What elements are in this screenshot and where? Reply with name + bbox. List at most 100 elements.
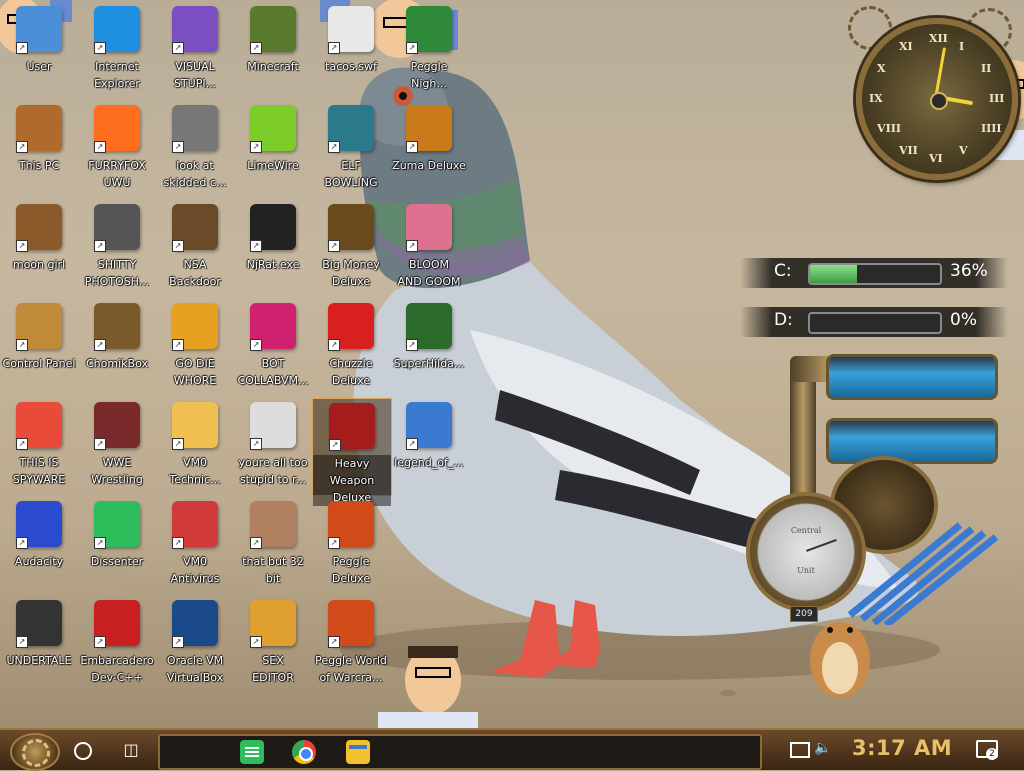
desktop-icon[interactable]: ↗ Audacity: [0, 497, 78, 593]
desktop-icon-label: look at skidded c...: [163, 159, 227, 189]
desktop-icon-label: Control Panel: [2, 357, 76, 370]
system-tray: 🔈 3:17 AM 2: [770, 734, 1020, 766]
desktop-icon[interactable]: ↗ WWE Wrestling: [78, 398, 156, 494]
network-icon[interactable]: [790, 742, 810, 758]
desktop-icon[interactable]: ↗ This PC: [0, 101, 78, 197]
shortcut-arrow-icon: ↗: [94, 141, 106, 153]
shortcut-arrow-icon: ↗: [250, 42, 262, 54]
desktop-icon-label: moon girl: [12, 258, 66, 271]
desktop-icon[interactable]: ↗ Peggle Deluxe: [312, 497, 390, 593]
desktop-icon[interactable]: ↗ VISUAL STUPI...: [156, 2, 234, 98]
search-button[interactable]: [70, 737, 96, 763]
shortcut-arrow-icon: ↗: [328, 42, 340, 54]
desktop-icon[interactable]: ↗ ELF BOWLING: [312, 101, 390, 197]
taskbar-app-dissenter[interactable]: [240, 740, 264, 764]
taskbar-apps: [158, 734, 762, 770]
shortcut-arrow-icon: ↗: [94, 636, 106, 648]
taskbar-app-chrome[interactable]: [292, 740, 316, 764]
desktop-icon[interactable]: ↗ Control Panel: [0, 299, 78, 395]
desktop-icon[interactable]: ↗ GO DIE WHORE: [156, 299, 234, 395]
shortcut-arrow-icon: ↗: [250, 636, 262, 648]
clock-time[interactable]: 3:17 AM: [852, 736, 962, 760]
desktop-icon-label: BOT COLLABVM...: [237, 357, 309, 387]
desktop-icon[interactable]: ↗ Peggle World of Warcra...: [312, 596, 390, 692]
desktop-icon-label: Zuma Deluxe: [392, 159, 466, 172]
desktop-icon[interactable]: ↗ Big Money Deluxe: [312, 200, 390, 296]
desktop-icon-label: VM0 Antivirus: [170, 555, 220, 585]
shortcut-arrow-icon: ↗: [328, 537, 340, 549]
desktop-icon[interactable]: ↗ tacos.swf: [312, 2, 390, 98]
desktop-icon[interactable]: ↗ NSA Backdoor: [156, 200, 234, 296]
shortcut-arrow-icon: ↗: [250, 537, 262, 549]
desktop-icon[interactable]: ↗ Internet Explorer: [78, 2, 156, 98]
desktop-icon[interactable]: ↗ Peggle Nigh...: [390, 2, 468, 98]
shortcut-arrow-icon: ↗: [94, 438, 106, 450]
desktop-icon[interactable]: ↗ Dissenter: [78, 497, 156, 593]
notification-center-icon[interactable]: 2: [976, 740, 998, 760]
desktop-icon[interactable]: ↗ THIS IS SPYWARE: [0, 398, 78, 494]
desktop-icon[interactable]: ↗ SuperHilda...: [390, 299, 468, 395]
shortcut-arrow-icon: ↗: [94, 42, 106, 54]
shortcut-arrow-icon: ↗: [172, 537, 184, 549]
desktop-icon[interactable]: ↗ SEX EDITOR: [234, 596, 312, 692]
desktop-icon-label: NSA Backdoor: [169, 258, 221, 288]
desktop-icon[interactable]: ↗ VM0 Technic...: [156, 398, 234, 494]
desktop-icon[interactable]: ↗ that but 32 bit: [234, 497, 312, 593]
desktop-icon-label: Embarcadero Dev-C++: [80, 654, 154, 684]
desktop-icon[interactable]: ↗ BOT COLLABVM...: [234, 299, 312, 395]
task-view-button[interactable]: ◫: [118, 737, 144, 763]
clock-center: [930, 92, 948, 110]
volume-muted-icon[interactable]: 🔈: [814, 740, 831, 756]
desktop-icon-label: that but 32 bit: [242, 555, 304, 585]
desktop-icon[interactable]: ↗ Embarcadero Dev-C++: [78, 596, 156, 692]
taskbar-app-file-explorer[interactable]: [346, 740, 370, 764]
desktop-icon[interactable]: ↗ Zuma Deluxe: [390, 101, 468, 197]
shortcut-arrow-icon: ↗: [328, 636, 340, 648]
desktop-icon-label: This PC: [18, 159, 60, 172]
desktop-icon-label: ELF BOWLING: [324, 159, 378, 189]
desktop-icon[interactable]: ↗ SHITTY PHOTOSH...: [78, 200, 156, 296]
clock-numeral: I: [959, 40, 965, 54]
desktop-icon[interactable]: ↗ look at skidded c...: [156, 101, 234, 197]
desktop-icon[interactable]: ↗ youre all too stupid to r...: [234, 398, 312, 494]
test-tubes-decoration: [847, 522, 999, 625]
cartoon-shirt: [378, 712, 478, 728]
desktop-icon-label: youre all too stupid to r...: [238, 456, 308, 486]
gauge-needle: [806, 539, 837, 552]
desktop-icon[interactable]: ↗ moon girl: [0, 200, 78, 296]
desktop-icon[interactable]: ↗ NjRat.exe: [234, 200, 312, 296]
taskbar: ◫ 🔈 3:17 AM 2: [0, 728, 1024, 771]
desktop-icon[interactable]: ↗ BLOOM AND GOOM: [390, 200, 468, 296]
shortcut-arrow-icon: ↗: [172, 240, 184, 252]
shortcut-arrow-icon: ↗: [406, 240, 418, 252]
desktop-icon-label: legend_of_...: [394, 456, 464, 469]
desktop-icon-label: Peggle Deluxe: [331, 555, 371, 585]
desktop-icon[interactable]: ↗ Minecraft: [234, 2, 312, 98]
start-button[interactable]: [10, 733, 60, 771]
shortcut-arrow-icon: ↗: [406, 42, 418, 54]
shortcut-arrow-icon: ↗: [172, 141, 184, 153]
shortcut-arrow-icon: ↗: [16, 339, 28, 351]
desktop-icon[interactable]: ↗ VM0 Antivirus: [156, 497, 234, 593]
shortcut-arrow-icon: ↗: [329, 439, 341, 451]
shortcut-arrow-icon: ↗: [250, 339, 262, 351]
desktop-icon[interactable]: ↗ LimeWire: [234, 101, 312, 197]
clock-face: XII I II III IIII V VI VII VIII IX X XI: [856, 18, 1018, 180]
shortcut-arrow-icon: ↗: [16, 240, 28, 252]
desktop-icon[interactable]: ↗ legend_of_...: [390, 398, 468, 494]
desktop-icon-label: Oracle VM VirtualBox: [166, 654, 224, 684]
drive-letter: C:: [774, 261, 792, 281]
clock-numeral: VIII: [877, 122, 902, 135]
shortcut-arrow-icon: ↗: [250, 240, 262, 252]
coolant-tube-bottom: [826, 418, 998, 464]
desktop-icon[interactable]: ↗ Chuzzle Deluxe: [312, 299, 390, 395]
desktop-icon[interactable]: ↗ ChomikBox: [78, 299, 156, 395]
shortcut-arrow-icon: ↗: [250, 141, 262, 153]
desktop-icon[interactable]: ↗ Oracle VM VirtualBox: [156, 596, 234, 692]
desktop-icon[interactable]: ↗ Heavy Weapon Deluxe: [312, 398, 392, 506]
desktop-icon[interactable]: ↗ User: [0, 2, 78, 98]
desktop-icon[interactable]: ↗ UNDERTALE: [0, 596, 78, 692]
desktop-icon[interactable]: ↗ FURRYFOX UWU: [78, 101, 156, 197]
desktop-icon-label: BLOOM AND GOOM: [397, 258, 461, 288]
meter-tube: [808, 312, 942, 334]
